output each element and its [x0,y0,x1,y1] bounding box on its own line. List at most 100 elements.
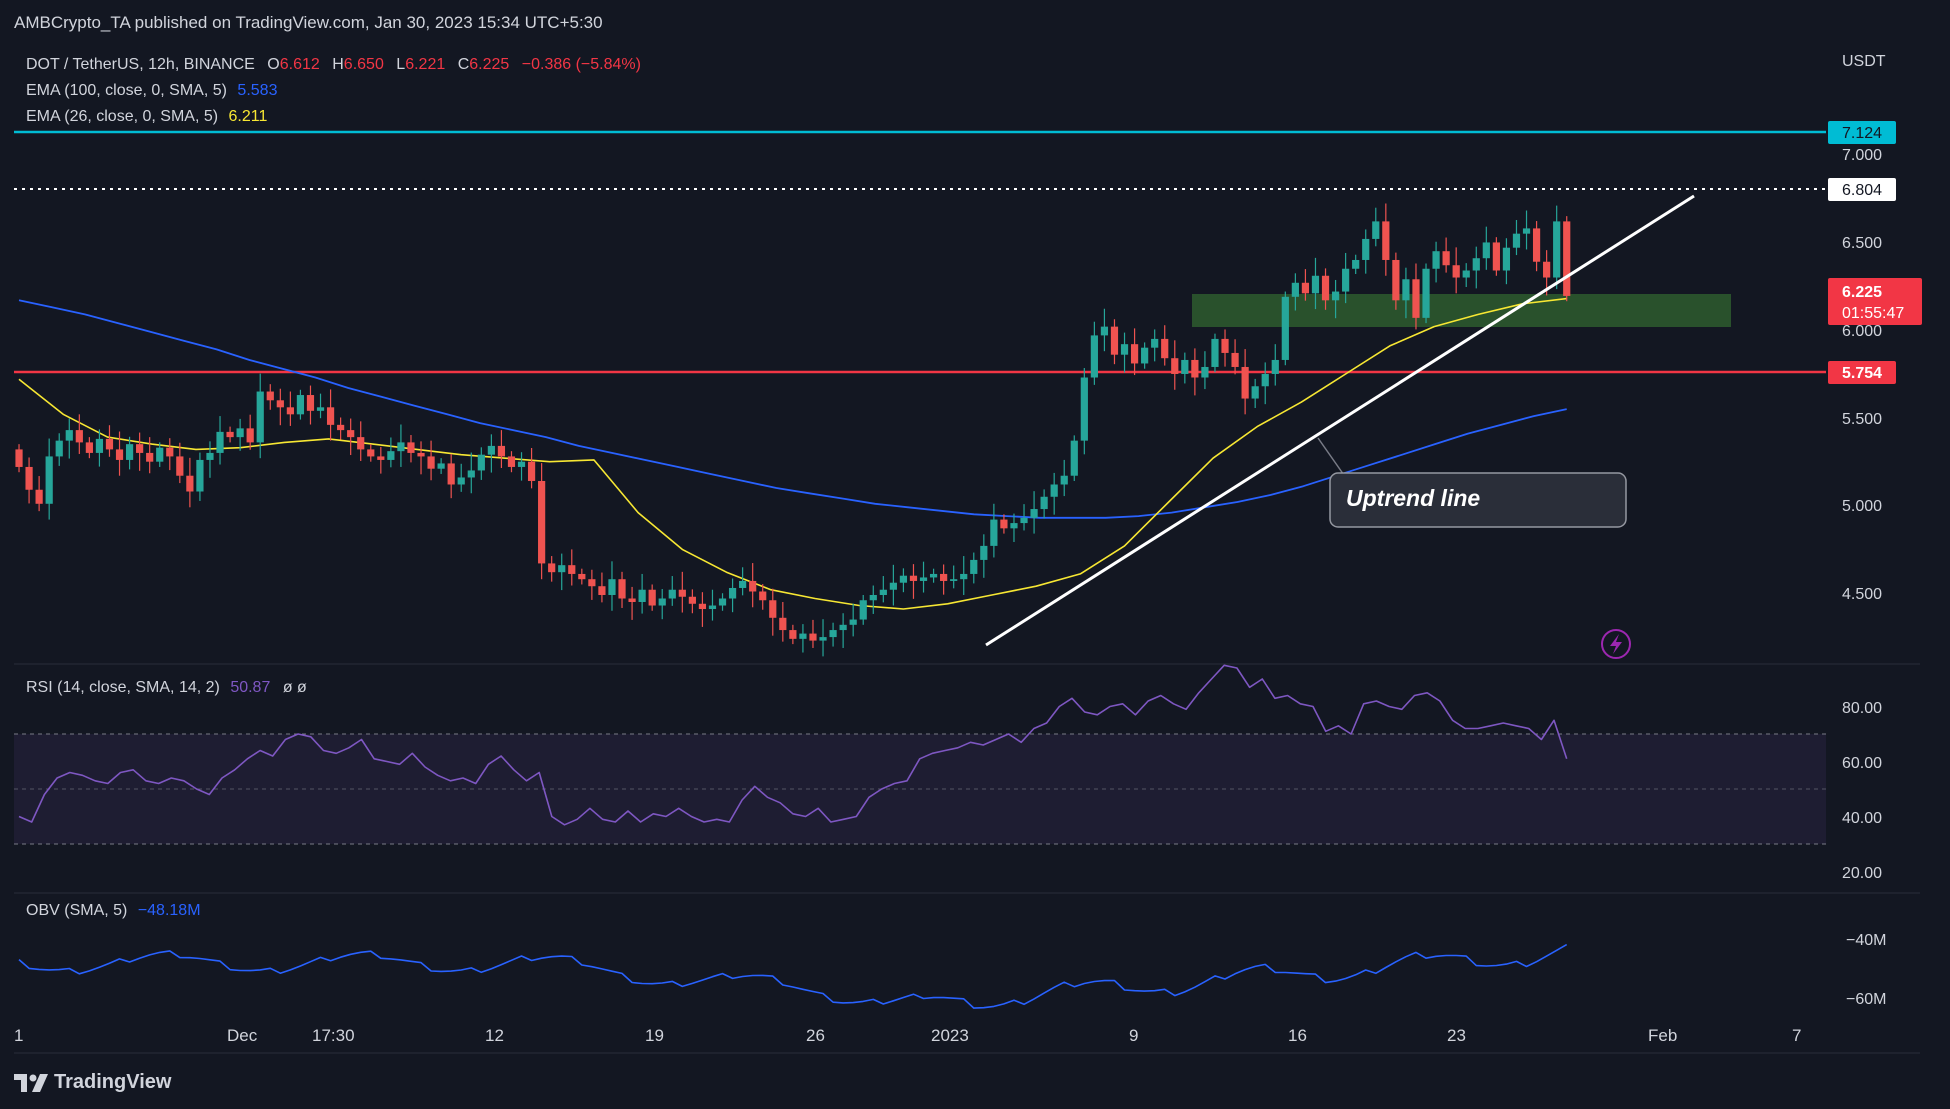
candle-body [95,438,104,453]
high-tag: 6.804 [1828,178,1896,201]
candle [1010,513,1018,543]
candle-body [1482,242,1490,259]
candle-body [658,598,666,606]
candle [1382,203,1390,276]
candle-body [1090,335,1098,378]
candle [196,452,204,501]
candle [1512,219,1521,256]
candle-body [1392,259,1400,301]
candle-body [1532,228,1541,262]
ema100-value: 5.583 [237,82,277,99]
candle [1100,308,1109,352]
candle-body [899,575,908,583]
candle-body [1422,268,1430,318]
price-tick: 5.500 [1842,411,1882,428]
candle [1553,205,1561,290]
countdown-text: 01:55:47 [1842,305,1904,322]
candle-body [1492,242,1500,271]
candle-body [1050,484,1058,497]
candle-body [1362,238,1370,260]
candle-body [507,456,516,467]
uptrend-line[interactable] [985,194,1695,647]
callout-text: Uptrend line [1346,485,1480,511]
candle-body [296,395,305,415]
obv-value: −48.18M [138,902,201,919]
candle [1130,328,1139,376]
close-value: 6.225 [469,56,509,73]
obv-series [18,943,1568,1009]
candle-body [960,573,968,580]
candle-body [1191,359,1199,378]
candle [527,448,536,489]
candle [1040,489,1048,519]
candle-body [266,391,274,401]
candle [648,584,656,611]
candle-body [65,430,73,441]
candle-body [1462,270,1470,278]
candle [829,622,837,647]
candle [588,569,596,600]
candle [1362,229,1370,274]
candle [1241,349,1249,415]
candle-body [437,463,445,469]
candle-body [1000,519,1008,529]
candle-body [1412,279,1420,318]
ema26-series [18,297,1567,610]
candle [176,442,184,484]
candle [1000,514,1008,534]
candle [849,603,857,637]
candle [1110,319,1119,365]
candle [1151,329,1159,362]
rsi-tick: 80.00 [1842,700,1882,717]
close-label: C [458,56,470,73]
candle-body [1161,338,1169,359]
tradingview-logo[interactable]: TradingView [14,1071,171,1094]
price-tick: 6.000 [1842,323,1882,340]
candle-body [1251,386,1259,399]
candle-body [769,600,777,618]
candle-body [1070,440,1078,476]
candle-body [648,589,656,606]
candle [688,589,696,614]
candle-body [1030,509,1038,518]
candle [296,389,305,420]
symbol-label[interactable]: DOT / TetherUS, 12h, BINANCE [26,56,255,73]
candle-body [678,589,686,597]
candle [357,421,365,461]
candle-body [45,456,53,504]
candle-body [1231,352,1239,367]
candle [678,571,686,613]
rsi-legend[interactable]: RSI (14, close, SMA, 14, 2) 50.87 ø ø [26,679,307,696]
candle [136,432,144,471]
candle-body [316,407,325,411]
rsi-extra: ø ø [283,679,307,696]
candle-body [457,477,465,485]
candle [789,624,797,645]
obv-legend[interactable]: OBV (SMA, 5) −48.18M [26,902,201,919]
candle-body [276,400,284,408]
candle-body [15,449,23,467]
candle [859,594,867,625]
obv-tick: −60M [1846,991,1886,1008]
support-tag-text: 5.754 [1842,365,1882,382]
candle [1251,378,1259,409]
candle-body [588,579,596,587]
candle [15,444,23,473]
ohlc-legend: DOT / TetherUS, 12h, BINANCE O6.612 H6.6… [26,56,641,73]
candle [869,585,877,614]
candle [919,561,928,593]
candle-body [347,430,355,438]
candle-body [608,579,616,595]
candle-body [950,579,958,581]
ema26-legend[interactable]: EMA (26, close, 0, SMA, 5) 6.211 [26,108,267,125]
candle-body [558,565,566,573]
candle [618,571,626,608]
candle-body [739,580,747,588]
candle-body [236,428,244,438]
ema100-legend[interactable]: EMA (100, close, 0, SMA, 5) 5.583 [26,82,278,99]
candle [1030,491,1038,534]
lightning-icon[interactable] [1601,629,1631,659]
candle-body [427,456,435,469]
candle-body [859,600,867,620]
candle [708,589,717,621]
